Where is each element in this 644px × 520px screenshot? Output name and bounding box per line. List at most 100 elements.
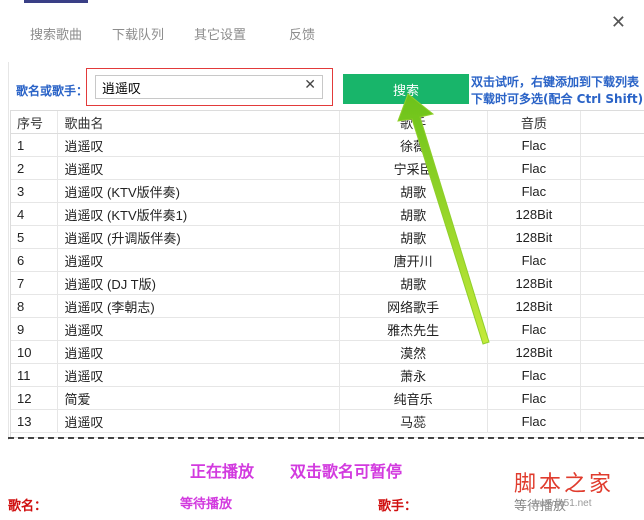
cell-name: 逍遥叹 (57, 363, 340, 387)
cell-extra (580, 225, 644, 249)
tab-settings[interactable]: 其它设置 (194, 24, 246, 43)
cell-quality: 128Bit (487, 271, 582, 295)
close-icon[interactable]: ✕ (611, 12, 626, 33)
header-name[interactable]: 歌曲名 (57, 111, 340, 134)
cell-quality: Flac (487, 363, 582, 387)
cell-quality: 128Bit (487, 202, 582, 226)
cell-name: 逍遥叹 (KTV版伴奏1) (57, 202, 340, 226)
table-row[interactable]: 5 逍遥叹 (升调版伴奏) 胡歌 128Bit (11, 225, 644, 249)
cell-extra (580, 202, 644, 226)
table-row[interactable]: 3 逍遥叹 (KTV版伴奏) 胡歌 Flac (11, 179, 644, 203)
table-row[interactable]: 7 逍遥叹 (DJ T版) 胡歌 128Bit (11, 271, 644, 295)
tab-search[interactable]: 搜索歌曲 (23, 0, 89, 43)
table-row[interactable]: 12 简爱 纯音乐 Flac (11, 386, 644, 410)
cell-artist: 唐开川 (339, 248, 488, 272)
song-label: 歌名： (8, 499, 48, 514)
cell-no: 13 (11, 409, 59, 433)
cell-name: 简爱 (57, 386, 340, 410)
cell-name: 逍遥叹 (李朝志) (57, 294, 340, 318)
tab-download-queue[interactable]: 下载队列 (112, 24, 164, 43)
cell-quality: 128Bit (487, 340, 582, 364)
results-table: 序号 歌曲名 歌手 音质 1 逍遥叹 徐薇 Flac 2 逍遥叹 宁采臣 Flac 3 逍遥叹 (… (10, 110, 644, 438)
cell-name: 逍遥叹 (57, 409, 340, 433)
cell-quality: Flac (487, 179, 582, 203)
cell-no: 8 (11, 294, 59, 318)
search-hint: 双击试听，右键添加到下载列表 下载时可多选(配合 Ctrl Shift) (471, 74, 643, 108)
cell-name: 逍遥叹 (57, 133, 340, 157)
table-row[interactable]: 6 逍遥叹 唐开川 Flac (11, 248, 644, 272)
cell-artist: 胡歌 (339, 202, 488, 226)
cell-artist: 马蕊 (339, 409, 488, 433)
search-label: 歌名或歌手： (16, 84, 89, 98)
table-row[interactable]: 2 逍遥叹 宁采臣 Flac (11, 156, 644, 180)
cell-no: 10 (11, 340, 59, 364)
cell-no: 11 (11, 363, 59, 387)
cell-extra (580, 409, 644, 433)
cell-extra (580, 317, 644, 341)
cell-extra (580, 156, 644, 180)
cell-extra (580, 271, 644, 295)
table-row[interactable]: 10 逍遥叹 漠然 128Bit (11, 340, 644, 364)
cell-no: 5 (11, 225, 59, 249)
cell-name: 逍遥叹 (57, 317, 340, 341)
search-input[interactable] (95, 75, 323, 99)
table-row[interactable]: 9 逍遥叹 雅杰先生 Flac (11, 317, 644, 341)
cell-quality: Flac (487, 317, 582, 341)
cell-quality: Flac (487, 133, 582, 157)
search-button[interactable]: 搜索 (343, 74, 469, 104)
tab-bar: 搜索歌曲 下载队列 其它设置 反馈 ✕ (8, 0, 644, 62)
watermark-logo: 脚本之家 (514, 472, 615, 497)
cell-name: 逍遥叹 (57, 248, 340, 272)
cell-extra (580, 363, 644, 387)
cell-extra (580, 294, 644, 318)
cell-quality: Flac (487, 386, 582, 410)
app-window: 搜索歌曲 下载队列 其它设置 反馈 ✕ 歌名或歌手： ✕ 搜索 双击试听，右键添… (0, 0, 644, 520)
cell-artist: 胡歌 (339, 271, 488, 295)
cell-extra (580, 179, 644, 203)
clear-icon[interactable]: ✕ (304, 77, 316, 93)
now-playing-status: 正在播放 (190, 462, 255, 481)
cell-extra (580, 340, 644, 364)
cell-extra (580, 248, 644, 272)
cell-artist: 雅杰先生 (339, 317, 488, 341)
cell-name: 逍遥叹 (KTV版伴奏) (57, 179, 340, 203)
table-row[interactable]: 1 逍遥叹 徐薇 Flac (11, 133, 644, 157)
hint-line-2: 下载时可多选(配合 Ctrl Shift) (471, 92, 644, 106)
cell-no: 9 (11, 317, 59, 341)
table-row[interactable]: 8 逍遥叹 (李朝志) 网络歌手 128Bit (11, 294, 644, 318)
pause-hint: 双击歌名可暂停 (290, 462, 403, 481)
cell-quality: 128Bit (487, 294, 582, 318)
search-row: 歌名或歌手： ✕ 搜索 双击试听，右键添加到下载列表 下载时可多选(配合 Ctr… (8, 62, 644, 112)
cell-artist: 萧永 (339, 363, 488, 387)
header-no[interactable]: 序号 (11, 111, 59, 134)
cell-no: 7 (11, 271, 59, 295)
header-artist[interactable]: 歌手 (339, 111, 488, 134)
cell-name: 逍遥叹 (57, 156, 340, 180)
cell-quality: Flac (487, 248, 582, 272)
cell-name: 逍遥叹 (升调版伴奏) (57, 225, 340, 249)
tab-feedback[interactable]: 反馈 (289, 24, 315, 43)
cell-quality: Flac (487, 156, 582, 180)
cell-artist: 纯音乐 (339, 386, 488, 410)
table-row[interactable]: 13 逍遥叹 马蕊 Flac (11, 409, 644, 433)
player-panel: 正在播放 双击歌名可暂停 歌名： 等待播放 歌手： 等待播放 脚本之家 www.… (0, 440, 644, 520)
cell-artist: 网络歌手 (339, 294, 488, 318)
song-value: 等待播放 (180, 497, 233, 512)
cell-quality: 128Bit (487, 225, 582, 249)
table-header: 序号 歌曲名 歌手 音质 (11, 111, 644, 134)
cell-name: 逍遥叹 (DJ T版) (57, 271, 340, 295)
cell-name: 逍遥叹 (57, 340, 340, 364)
cell-no: 2 (11, 156, 59, 180)
table-row[interactable]: 4 逍遥叹 (KTV版伴奏1) 胡歌 128Bit (11, 202, 644, 226)
table-row[interactable]: 11 逍遥叹 萧永 Flac (11, 363, 644, 387)
cell-no: 4 (11, 202, 59, 226)
cell-no: 3 (11, 179, 59, 203)
header-quality[interactable]: 音质 (487, 111, 582, 134)
cell-artist: 胡歌 (339, 225, 488, 249)
divider (8, 437, 644, 439)
search-highlight-box: ✕ (86, 68, 333, 106)
cell-artist: 漠然 (339, 340, 488, 364)
watermark-url: www.jb51.net (532, 498, 592, 509)
cell-quality: Flac (487, 409, 582, 433)
hint-line-1: 双击试听，右键添加到下载列表 (471, 75, 640, 89)
